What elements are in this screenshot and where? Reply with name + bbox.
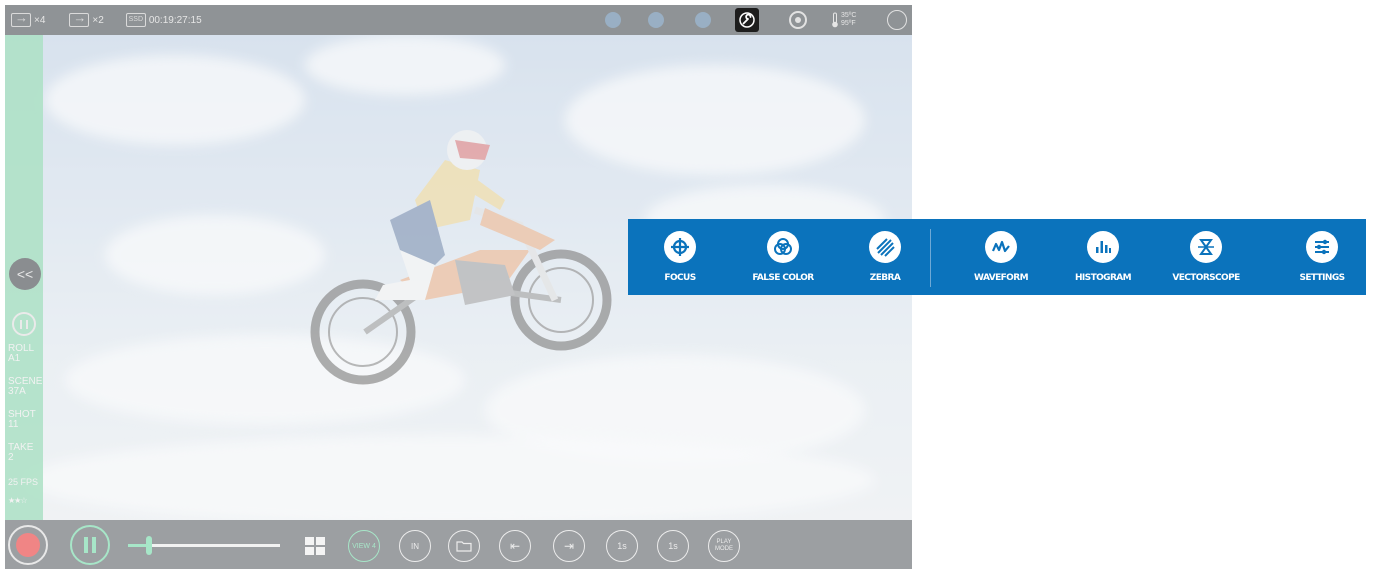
camera-icon — [648, 12, 664, 28]
pause-button[interactable] — [70, 525, 110, 565]
input-count: ×4 — [34, 14, 46, 26]
camera-button[interactable] — [648, 5, 664, 35]
shot-meta: SHOT 11 — [8, 410, 36, 430]
settings-label: SETTINGS — [1299, 273, 1345, 283]
vectorscope-label: VECTORSCOPE — [1172, 273, 1240, 283]
input-indicator[interactable]: ×4 — [11, 5, 45, 35]
record-target-icon — [789, 11, 807, 29]
output-icon — [69, 10, 90, 27]
palette-divider — [930, 229, 931, 287]
focus-tool-button[interactable]: FOCUS — [635, 231, 725, 283]
slider-handle[interactable] — [146, 536, 153, 555]
focus-label: FOCUS — [664, 273, 696, 283]
waveform-icon — [985, 231, 1017, 263]
playback-slider[interactable] — [128, 536, 280, 555]
folder-button[interactable] — [448, 530, 480, 562]
next-clip-button[interactable]: ⇥ — [553, 530, 585, 562]
transport-bar: VIEW 4 IN ⇤ ⇥ 1s 1s PLAY MODE — [5, 520, 912, 569]
monitoring-tools-palette: FOCUS FALSE COLOR ZEBRA WAVEFORM HISTOGR… — [628, 219, 1366, 295]
sliders-icon — [1306, 231, 1338, 263]
temp-celsius: 35ºC — [841, 12, 857, 19]
focus-ring-icon — [887, 10, 907, 30]
in-point-label: IN — [411, 541, 419, 551]
share-icon — [695, 12, 711, 28]
output-indicator[interactable]: ×2 — [69, 5, 104, 35]
side-pause-button[interactable] — [12, 312, 36, 336]
grid-view-icon[interactable] — [305, 537, 325, 555]
pause-icon — [20, 319, 28, 329]
record-button[interactable] — [8, 525, 48, 565]
zebra-stripes-icon — [869, 231, 901, 263]
scene-meta: SCENE 37A — [8, 377, 42, 397]
crosshair-icon — [664, 231, 696, 263]
wrench-icon — [735, 8, 759, 32]
histogram-label: HISTOGRAM — [1075, 273, 1132, 283]
roll-meta: ROLL A1 — [8, 344, 34, 364]
tools-button[interactable] — [735, 5, 759, 35]
play-mode-button[interactable]: PLAY MODE — [708, 530, 740, 562]
ssd-indicator[interactable]: SSD 00:19:27:15 — [125, 5, 202, 35]
waveform-tool-button[interactable]: WAVEFORM — [956, 231, 1046, 283]
take-meta: TAKE 2 — [8, 443, 33, 463]
vectorscope-icon — [1190, 231, 1222, 263]
temperature-indicator: 35ºC 95ºF — [831, 5, 856, 35]
headphones-icon — [605, 12, 621, 28]
vectorscope-tool-button[interactable]: VECTORSCOPE — [1161, 231, 1251, 283]
folder-icon — [456, 541, 472, 552]
waveform-label: WAVEFORM — [974, 273, 1028, 283]
in-point-button[interactable]: IN — [399, 530, 431, 562]
share-button[interactable] — [695, 5, 711, 35]
prev-arrow-icon: ⇤ — [509, 538, 521, 553]
next-arrow-icon: ⇥ — [563, 538, 575, 553]
rgb-circles-icon — [767, 231, 799, 263]
collapse-sidebar-button[interactable]: << — [9, 258, 41, 290]
headphones-button[interactable] — [605, 5, 621, 35]
scene-value: 37A — [8, 386, 26, 397]
roll-value: A1 — [8, 353, 21, 364]
shot-value: 11 — [8, 419, 19, 430]
zebra-label: ZEBRA — [869, 273, 901, 283]
prev-clip-button[interactable]: ⇤ — [499, 530, 531, 562]
temp-fahrenheit: 95ºF — [841, 20, 856, 27]
focus-ring-button[interactable] — [887, 5, 907, 35]
star-rating[interactable]: ★★☆ — [8, 496, 27, 505]
record-icon — [16, 533, 40, 557]
skip-forward-label: 1s — [668, 540, 678, 551]
skip-back-button[interactable]: 1s — [606, 530, 638, 562]
skip-back-label: 1s — [617, 540, 627, 551]
input-icon — [11, 10, 31, 27]
fps-readout: 25 FPS — [8, 477, 39, 487]
histogram-icon — [1087, 231, 1119, 263]
output-count: ×2 — [92, 14, 104, 26]
false-color-tool-button[interactable]: FALSE COLOR — [738, 231, 828, 283]
false-color-label: FALSE COLOR — [752, 273, 814, 283]
take-value: 2 — [8, 452, 14, 463]
ssd-icon: SSD — [125, 13, 146, 27]
pause-icon — [84, 537, 96, 553]
zebra-tool-button[interactable]: ZEBRA — [840, 231, 930, 283]
record-target-button[interactable] — [789, 5, 807, 35]
thermometer-icon — [832, 12, 838, 28]
settings-tool-button[interactable]: SETTINGS — [1277, 231, 1367, 283]
play-mode-label: PLAY MODE — [715, 539, 733, 552]
view4-button[interactable]: VIEW 4 — [348, 530, 380, 562]
histogram-tool-button[interactable]: HISTOGRAM — [1058, 231, 1148, 283]
status-bar: ×4 ×2 SSD 00:19:27:15 — [5, 5, 912, 35]
skip-forward-button[interactable]: 1s — [657, 530, 689, 562]
timecode: 00:19:27:15 — [148, 14, 202, 26]
